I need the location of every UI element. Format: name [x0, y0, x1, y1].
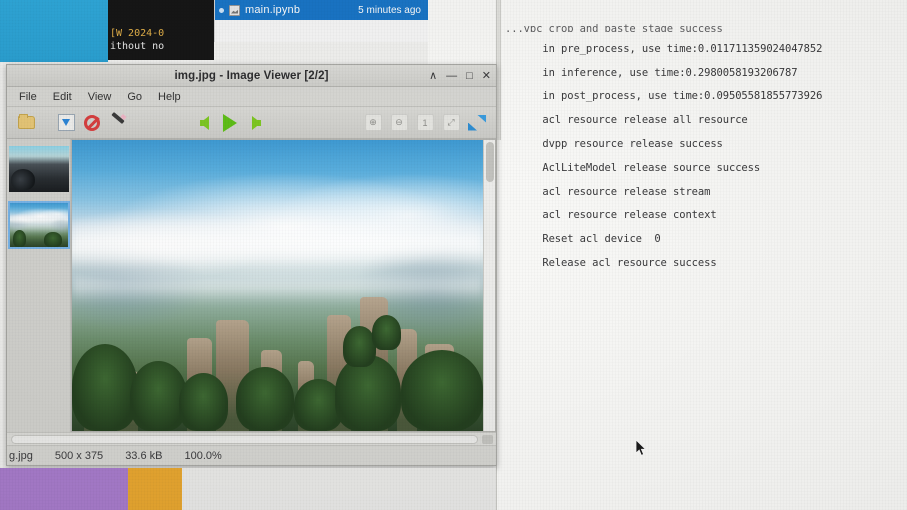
save-icon	[57, 114, 75, 131]
edit-button[interactable]	[105, 111, 131, 135]
file-list-item-main-ipynb[interactable]: main.ipynb 5 minutes ago	[215, 0, 428, 20]
next-image-icon	[251, 115, 261, 130]
output-line-0: ...vpc crop and paste stage success	[505, 23, 723, 32]
output-line-6: AclLiteModel release source success	[542, 161, 761, 174]
main-image-artwork	[72, 140, 483, 431]
output-line-9: Reset acl device 0	[542, 233, 661, 246]
main-image	[72, 140, 483, 431]
tool-bar: ⊕ ⊖ 1 ⤢	[7, 107, 496, 139]
next-image-button[interactable]	[243, 111, 269, 135]
fullscreen-icon	[468, 115, 486, 131]
status-filesize: 33.6 kB	[125, 449, 163, 462]
document-pane: ...vpc crop and paste stage success in p…	[496, 0, 907, 510]
thumbnail-mountain-artwork	[9, 203, 68, 247]
maximize-window-button[interactable]: □	[466, 70, 473, 82]
horizontal-scrollbar[interactable]	[7, 432, 496, 445]
slideshow-button[interactable]	[217, 111, 243, 135]
vertical-scrollbar-thumb[interactable]	[486, 142, 494, 182]
output-line-5: dvpp resource release success	[542, 137, 723, 150]
taskbar	[0, 468, 496, 510]
terminal-fragment-line1: [W 2024-0	[110, 28, 165, 39]
slideshow-play-icon	[223, 113, 237, 132]
delete-button[interactable]	[79, 111, 105, 135]
image-viewer-window[interactable]: img.jpg - Image Viewer [2/2] ∧ — □ ✕ Fil…	[6, 64, 497, 466]
status-bar: g.jpg 500 x 375 33.6 kB 100.0%	[7, 445, 496, 465]
open-folder-icon	[17, 114, 35, 129]
file-name-label: main.ipynb	[245, 4, 301, 16]
taskbar-segment-orange[interactable]	[128, 468, 182, 510]
zoom-fit-icon: ⤢	[442, 114, 460, 131]
save-button[interactable]	[53, 111, 79, 135]
previous-image-button[interactable]	[191, 111, 217, 135]
output-line-4: acl resource release all resource	[542, 114, 748, 127]
status-zoom-level: 100.0%	[184, 449, 222, 462]
output-line-8: acl resource release context	[542, 209, 717, 222]
zoom-actual-size-icon: 1	[416, 114, 434, 131]
taskbar-empty-area	[182, 468, 496, 510]
viewer-body	[7, 139, 496, 432]
jupyter-file-browser: main.ipynb 5 minutes ago	[214, 0, 428, 42]
menu-item-edit[interactable]: Edit	[45, 89, 80, 105]
thumbnail-car-artwork	[8, 146, 69, 192]
terminal-output-block: ...vpc crop and paste stage success in p…	[505, 0, 905, 282]
title-bar[interactable]: img.jpg - Image Viewer [2/2] ∧ — □ ✕	[7, 65, 496, 87]
window-title: img.jpg - Image Viewer [2/2]	[174, 69, 329, 82]
edit-pencil-icon	[109, 114, 127, 132]
screen-root: [W 2024-0 ithout no main.ipynb 5 minutes…	[0, 0, 907, 510]
zoom-fit-button[interactable]: ⤢	[438, 111, 464, 135]
image-canvas[interactable]	[71, 139, 496, 432]
open-folder-button[interactable]	[13, 111, 39, 135]
output-line-2: in inference, use time:0.298005819320678…	[542, 66, 798, 79]
thumbnail-pane[interactable]	[7, 139, 71, 432]
menu-item-file[interactable]: File	[11, 89, 45, 105]
menu-bar: File Edit View Go Help	[7, 87, 496, 107]
zoom-actual-size-button[interactable]: 1	[412, 111, 438, 135]
status-filename: g.jpg	[9, 449, 33, 462]
desktop-background-white	[428, 0, 496, 72]
unsaved-dot-icon	[219, 7, 224, 13]
output-line-10: Release acl resource success	[542, 257, 717, 270]
horizontal-scrollbar-track[interactable]	[11, 435, 478, 444]
menu-item-help[interactable]: Help	[150, 89, 189, 105]
delete-icon	[84, 114, 100, 131]
fullscreen-button[interactable]	[464, 111, 490, 135]
shade-window-button[interactable]: ∧	[429, 70, 437, 82]
minimize-window-button[interactable]: —	[446, 70, 457, 82]
menu-item-go[interactable]: Go	[119, 89, 150, 105]
background-terminal-window[interactable]: [W 2024-0 ithout no	[108, 0, 214, 60]
zoom-in-button[interactable]: ⊕	[360, 111, 386, 135]
terminal-fragment-line2: ithout no	[110, 41, 165, 52]
desktop-background-blue	[0, 0, 108, 62]
status-dimensions: 500 x 375	[54, 449, 104, 462]
notebook-icon	[229, 4, 240, 16]
zoom-out-button[interactable]: ⊖	[386, 111, 412, 135]
window-controls: ∧ — □ ✕	[429, 65, 491, 87]
code-output-gutter	[497, 0, 501, 140]
output-line-1: in pre_process, use time:0.0117113590240…	[542, 42, 823, 55]
file-modified-label: 5 minutes ago	[358, 4, 421, 16]
resize-grip[interactable]	[482, 435, 493, 444]
mouse-cursor	[635, 439, 647, 457]
output-line-7: acl resource release stream	[542, 185, 711, 198]
vertical-scrollbar[interactable]	[483, 140, 495, 431]
zoom-in-icon: ⊕	[364, 114, 382, 131]
thumbnail-mountain[interactable]	[7, 201, 70, 249]
close-window-button[interactable]: ✕	[482, 70, 491, 82]
menu-item-view[interactable]: View	[80, 89, 120, 105]
previous-image-icon	[199, 115, 209, 130]
thumbnail-car[interactable]	[8, 145, 70, 193]
output-line-3: in post_process, use time:0.095055818557…	[542, 90, 823, 103]
zoom-out-icon: ⊖	[390, 114, 408, 131]
taskbar-segment-purple[interactable]	[0, 468, 128, 510]
